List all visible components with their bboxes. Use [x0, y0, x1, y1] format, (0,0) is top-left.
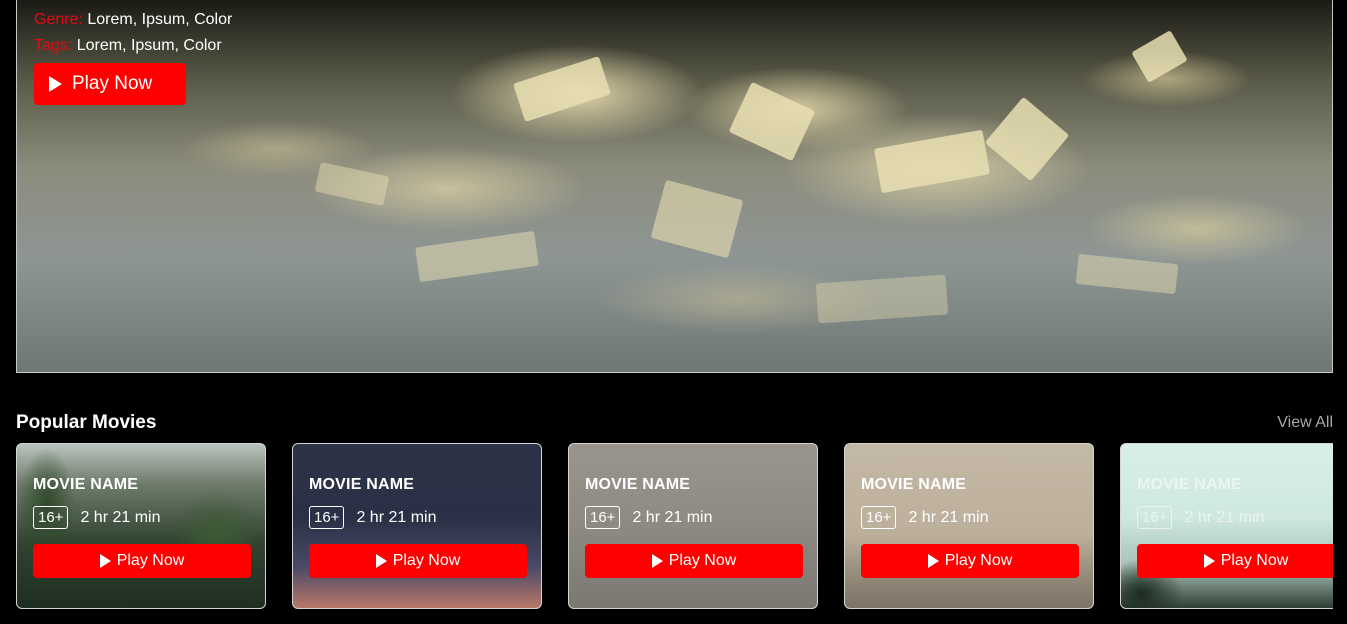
card-play-label: Play Now [944, 552, 1013, 569]
play-icon [927, 554, 939, 568]
card-play-button[interactable]: Play Now [1137, 544, 1333, 578]
tags-value: Lorem, Ipsum, Color [76, 37, 222, 54]
movie-name: MOVIE NAME [1137, 476, 1243, 493]
movie-row: MOVIE NAME 16+ 2 hr 21 min Play Now MOVI… [16, 443, 1333, 613]
movie-meta: 16+ 2 hr 21 min [309, 506, 437, 529]
card-play-label: Play Now [392, 552, 461, 569]
view-all-link[interactable]: View All [1277, 414, 1333, 432]
movie-card[interactable]: MOVIE NAME 16+ 2 hr 21 min Play Now [1120, 443, 1333, 609]
hero-image-flake [314, 162, 390, 206]
card-play-button[interactable]: Play Now [861, 544, 1079, 578]
play-icon [99, 554, 111, 568]
hero-play-button[interactable]: Play Now [34, 63, 186, 105]
play-icon [49, 76, 62, 92]
hero-image-flake [513, 56, 611, 122]
movie-duration: 2 hr 21 min [1184, 508, 1265, 526]
movie-name: MOVIE NAME [861, 476, 967, 493]
hero-genre-line: Genre: Lorem, Ipsum, Color [34, 7, 232, 33]
play-icon [651, 554, 663, 568]
movie-duration: 2 hr 21 min [80, 508, 161, 526]
section-title: Popular Movies [16, 412, 157, 433]
hero-info: Genre: Lorem, Ipsum, Color Tags: Lorem, … [34, 7, 232, 59]
movie-name: MOVIE NAME [309, 476, 415, 493]
movie-card[interactable]: MOVIE NAME 16+ 2 hr 21 min Play Now [844, 443, 1094, 609]
card-play-button[interactable]: Play Now [33, 544, 251, 578]
hero-image-flake [415, 230, 539, 283]
movie-duration: 2 hr 21 min [632, 508, 713, 526]
hero-image-flake [650, 179, 744, 259]
movie-meta: 16+ 2 hr 21 min [861, 506, 989, 529]
card-play-label: Play Now [116, 552, 185, 569]
hero-image-flake [728, 81, 816, 162]
movie-meta: 16+ 2 hr 21 min [585, 506, 713, 529]
play-icon [375, 554, 387, 568]
hero-image-flake [984, 96, 1070, 182]
hero-image-flake [1075, 253, 1179, 295]
hero-play-label: Play Now [72, 73, 153, 94]
age-rating-badge: 16+ [309, 506, 345, 529]
card-play-button[interactable]: Play Now [585, 544, 803, 578]
movie-duration: 2 hr 21 min [908, 508, 989, 526]
tags-label: Tags: [34, 37, 73, 54]
movie-card[interactable]: MOVIE NAME 16+ 2 hr 21 min Play Now [16, 443, 266, 609]
hero-image-flake [815, 274, 949, 324]
hero-tags-line: Tags: Lorem, Ipsum, Color [34, 33, 232, 59]
age-rating-badge: 16+ [1137, 506, 1173, 529]
movie-card[interactable]: MOVIE NAME 16+ 2 hr 21 min Play Now [292, 443, 542, 609]
age-rating-badge: 16+ [585, 506, 621, 529]
movie-duration: 2 hr 21 min [356, 508, 437, 526]
card-play-label: Play Now [1220, 552, 1289, 569]
age-rating-badge: 16+ [33, 506, 69, 529]
movie-meta: 16+ 2 hr 21 min [33, 506, 161, 529]
genre-label: Genre: [34, 11, 83, 28]
hero-image-flake [873, 129, 991, 194]
hero-image-flake [1131, 30, 1188, 83]
play-icon [1203, 554, 1215, 568]
movie-name: MOVIE NAME [585, 476, 691, 493]
card-play-button[interactable]: Play Now [309, 544, 527, 578]
movie-meta: 16+ 2 hr 21 min [1137, 506, 1265, 529]
age-rating-badge: 16+ [861, 506, 897, 529]
genre-value: Lorem, Ipsum, Color [87, 11, 233, 28]
movie-card[interactable]: MOVIE NAME 16+ 2 hr 21 min Play Now [568, 443, 818, 609]
hero-banner: Genre: Lorem, Ipsum, Color Tags: Lorem, … [16, 0, 1333, 373]
card-play-label: Play Now [668, 552, 737, 569]
movie-name: MOVIE NAME [33, 476, 139, 493]
